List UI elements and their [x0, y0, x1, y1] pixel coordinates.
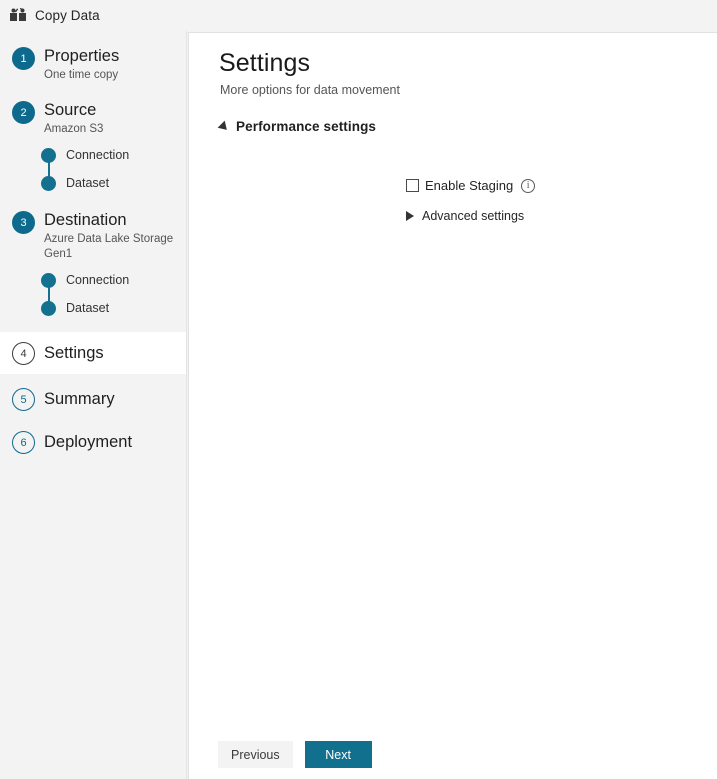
sidebar-substep-destination-dataset[interactable]: Dataset	[41, 294, 186, 322]
sidebar-substep-source-dataset[interactable]: Dataset	[41, 169, 186, 197]
substep-dot-icon	[41, 147, 56, 163]
sidebar-step-deployment[interactable]: 6 Deployment	[0, 424, 186, 458]
advanced-settings-title: Advanced settings	[422, 209, 525, 223]
substep-label: Connection	[66, 273, 130, 287]
step-number-badge: 1	[12, 47, 35, 70]
triangle-right-icon[interactable]	[406, 211, 414, 221]
step-number-badge: 4	[12, 342, 35, 365]
previous-button[interactable]: Previous	[218, 741, 293, 768]
step-sublabel: Azure Data Lake Storage Gen1	[44, 233, 174, 260]
sidebar-substep-source-connection[interactable]: Connection	[41, 141, 186, 169]
page-title: Settings	[219, 49, 311, 77]
sidebar-step-properties[interactable]: 1 Properties One time copy	[0, 40, 186, 87]
info-icon[interactable]: i	[521, 178, 536, 193]
sidebar-step-settings[interactable]: 4 Settings	[0, 332, 186, 374]
step-number-badge: 3	[12, 211, 35, 234]
substep-label: Connection	[66, 148, 130, 162]
step-label: Properties	[44, 47, 120, 65]
performance-settings-title: Performance settings	[236, 119, 377, 134]
step-children: Connection Dataset	[0, 141, 186, 197]
wizard-footer: Previous Next	[218, 741, 372, 768]
sidebar-step-destination[interactable]: 3 Destination Azure Data Lake Storage Ge…	[0, 204, 186, 322]
substep-dot-icon	[41, 272, 56, 288]
step-sublabel: One time copy	[44, 69, 119, 81]
step-label: Source	[44, 101, 97, 119]
step-number-badge: 5	[12, 388, 35, 411]
page-subtitle: More options for data movement	[220, 83, 400, 97]
step-sublabel: Amazon S3	[44, 123, 104, 135]
copy-data-icon	[10, 7, 28, 24]
next-button[interactable]: Next	[304, 741, 372, 768]
substep-label: Dataset	[66, 176, 110, 190]
advanced-settings-section-header[interactable]: Advanced settings	[405, 209, 524, 223]
enable-staging-row[interactable]: Enable Staging i	[406, 178, 536, 193]
window-titlebar: Copy Data	[0, 0, 717, 31]
sidebar-step-summary[interactable]: 5 Summary	[0, 381, 186, 415]
substep-label: Dataset	[66, 301, 110, 315]
performance-settings-section-header[interactable]: Performance settings	[217, 119, 377, 134]
substep-dot-icon	[41, 300, 56, 316]
step-label: Settings	[44, 344, 104, 362]
step-label: Deployment	[44, 433, 133, 451]
window-title: Copy Data	[35, 8, 100, 23]
triangle-down-icon[interactable]	[217, 120, 231, 133]
step-number-badge: 2	[12, 101, 35, 124]
main-content-panel: Settings More options for data movement …	[188, 32, 717, 779]
step-number-badge: 6	[12, 431, 35, 454]
sidebar-substep-destination-connection[interactable]: Connection	[41, 266, 186, 294]
step-label: Summary	[44, 390, 115, 408]
step-label: Destination	[44, 211, 127, 229]
enable-staging-checkbox[interactable]	[406, 179, 419, 192]
substep-dot-icon	[41, 175, 56, 191]
enable-staging-label: Enable Staging	[425, 178, 514, 193]
sidebar-step-source[interactable]: 2 Source Amazon S3 Connection Dataset	[0, 94, 186, 197]
step-children: Connection Dataset	[0, 266, 186, 322]
wizard-sidebar: 1 Properties One time copy 2 Source Amaz…	[0, 31, 187, 779]
